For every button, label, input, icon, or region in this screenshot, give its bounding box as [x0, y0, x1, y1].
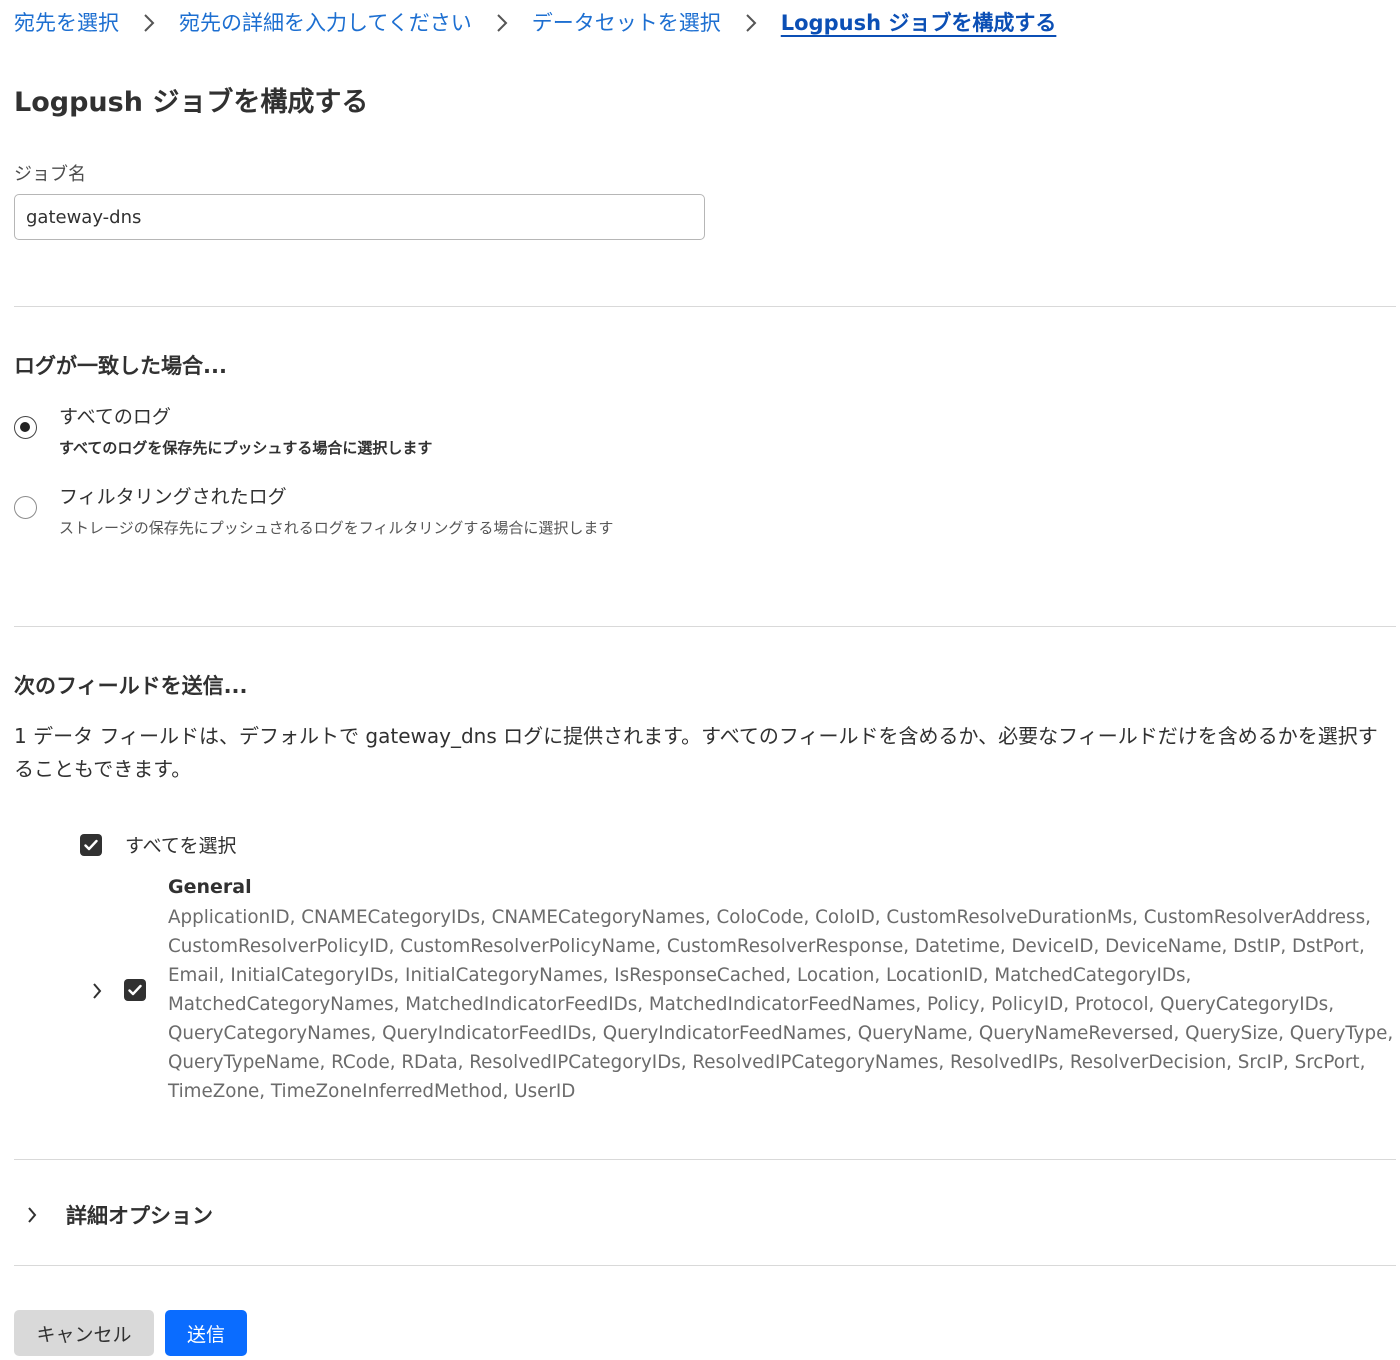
radio-option-filtered-logs[interactable]: フィルタリングされたログ ストレージの保存先にプッシュされるログをフィルタリング… — [14, 486, 613, 537]
fields-heading: 次のフィールドを送信... — [14, 674, 248, 698]
filtered-logs-description: ストレージの保存先にプッシュされるログをフィルタリングする場合に選択します — [59, 519, 614, 537]
page-title: Logpush ジョブを構成する — [14, 87, 369, 118]
checkmark-icon — [84, 839, 98, 850]
job-name-input[interactable] — [14, 194, 705, 240]
breadcrumb-step-select-dataset[interactable]: データセットを選択 — [532, 7, 721, 37]
select-all-label: すべてを選択 — [125, 835, 237, 857]
general-group-title: General — [168, 876, 252, 898]
submit-button[interactable]: 送信 — [165, 1310, 247, 1356]
chevron-right-icon — [721, 10, 781, 34]
log-match-heading: ログが一致した場合... — [14, 354, 227, 378]
general-group-field-list: ApplicationID, CNAMECategoryIDs, CNAMECa… — [168, 907, 1394, 1102]
divider — [14, 1159, 1396, 1160]
breadcrumb: 宛先を選択 宛先の詳細を入力してください データセットを選択 Logpush ジ… — [14, 6, 1056, 38]
chevron-right-icon — [119, 10, 179, 34]
breadcrumb-step-destination-details[interactable]: 宛先の詳細を入力してください — [179, 7, 472, 37]
filtered-logs-radio[interactable] — [14, 496, 37, 519]
divider — [14, 306, 1396, 307]
advanced-options-toggle[interactable]: 詳細オプション — [26, 1200, 213, 1230]
cancel-button[interactable]: キャンセル — [14, 1310, 154, 1356]
all-logs-label: すべてのログ — [59, 406, 171, 428]
divider — [14, 626, 1396, 627]
breadcrumb-step-configure-job[interactable]: Logpush ジョブを構成する — [781, 7, 1057, 37]
filtered-logs-label: フィルタリングされたログ — [59, 486, 287, 508]
all-logs-radio[interactable] — [14, 416, 37, 439]
general-group-checkbox[interactable] — [124, 979, 146, 1001]
fields-description: 1 データ フィールドは、デフォルトで gateway_dns ログに提供されま… — [14, 724, 1378, 781]
group-expand-chevron-icon[interactable] — [86, 980, 108, 1002]
chevron-right-icon — [28, 1207, 37, 1223]
radio-option-all-logs[interactable]: すべてのログ すべてのログを保存先にプッシュする場合に選択します — [14, 406, 432, 457]
job-name-label: ジョブ名 — [14, 164, 86, 185]
breadcrumb-step-select-destination[interactable]: 宛先を選択 — [14, 7, 119, 37]
divider — [14, 1265, 1396, 1266]
checkmark-icon — [128, 984, 142, 996]
chevron-right-icon — [472, 10, 532, 34]
select-all-row[interactable]: すべてを選択 — [80, 831, 237, 858]
all-logs-description: すべてのログを保存先にプッシュする場合に選択します — [59, 439, 433, 457]
advanced-options-label: 詳細オプション — [66, 1204, 213, 1228]
select-all-checkbox[interactable] — [80, 833, 102, 856]
